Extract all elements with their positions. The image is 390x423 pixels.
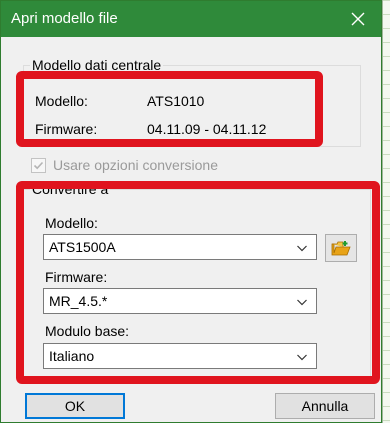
use-conversion-options-label: Usare opzioni conversione	[53, 157, 218, 173]
cancel-button[interactable]: Annulla	[275, 393, 375, 419]
checkmark-icon	[33, 161, 44, 169]
close-icon	[351, 12, 365, 26]
title-bar: Apri modello file	[1, 1, 381, 37]
checkbox-box	[31, 157, 46, 173]
close-button[interactable]	[335, 1, 381, 37]
open-model-file-dialog: Apri modello file Modello dati centrale …	[0, 0, 382, 423]
use-conversion-options-checkbox[interactable]: Usare opzioni conversione	[31, 157, 218, 173]
background-spreadsheet	[382, 0, 390, 423]
ok-button[interactable]: OK	[25, 393, 125, 419]
dialog-title: Apri modello file	[11, 10, 118, 27]
highlight-control-data	[16, 71, 323, 147]
highlight-convert-to	[16, 181, 380, 384]
